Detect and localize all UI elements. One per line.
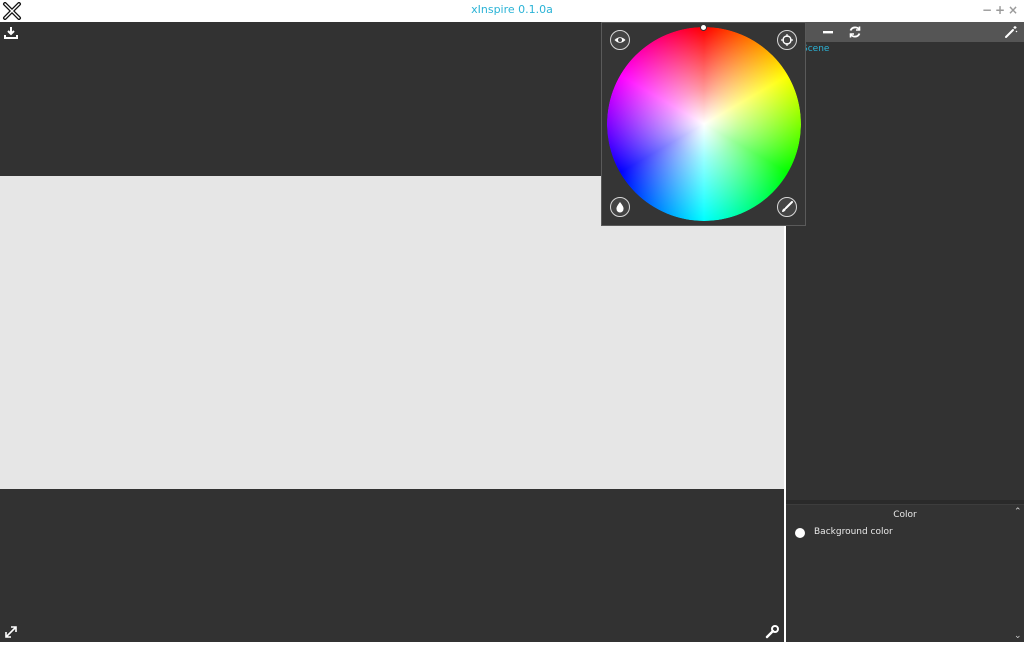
scene-panel: Scene Color ⌃ Background color ⌄ — [786, 22, 1024, 642]
background-color-label: Background color — [814, 527, 893, 537]
crosshair-icon — [781, 34, 793, 46]
properties-panel: Color ⌃ Background color ⌄ — [786, 504, 1024, 642]
brush-button[interactable] — [777, 197, 797, 217]
title-bar[interactable]: xInspire 0.1.0a − + × — [0, 0, 1024, 22]
scene-tree: Scene — [786, 42, 1024, 500]
eye-button[interactable] — [610, 30, 630, 50]
close-button[interactable]: × — [1008, 3, 1018, 17]
crosshair-button[interactable] — [777, 30, 797, 50]
chevron-up-icon[interactable]: ⌃ — [1014, 507, 1022, 517]
background-color-swatch[interactable] — [795, 528, 805, 538]
window-title: xInspire 0.1.0a — [471, 3, 553, 16]
wrench-icon[interactable] — [765, 625, 779, 639]
eye-icon — [614, 37, 626, 43]
status-bar — [0, 642, 1024, 664]
chevron-down-icon[interactable]: ⌄ — [1014, 631, 1022, 641]
minimize-button[interactable]: − — [982, 3, 992, 17]
magic-wand-icon[interactable] — [1004, 25, 1018, 39]
remove-icon[interactable] — [821, 25, 835, 39]
background-color-row[interactable]: Background color — [795, 527, 995, 539]
maximize-button[interactable]: + — [995, 3, 1005, 17]
properties-title: Color — [893, 510, 917, 520]
download-icon[interactable] — [4, 26, 18, 40]
app-window: xInspire 0.1.0a − + × Scene Color ⌃ Back… — [0, 0, 1024, 664]
scene-toolbar — [786, 22, 1024, 42]
expand-icon[interactable] — [4, 625, 18, 639]
color-wheel[interactable] — [607, 27, 801, 221]
refresh-icon[interactable] — [848, 25, 862, 39]
color-picker-popup — [601, 22, 806, 226]
tree-item-scene[interactable]: Scene — [802, 44, 829, 54]
hue-handle[interactable] — [700, 24, 707, 31]
droplet-icon — [616, 202, 624, 213]
droplet-button[interactable] — [610, 197, 630, 217]
brush-icon — [782, 201, 793, 212]
color-wheel-saturation — [607, 27, 801, 221]
